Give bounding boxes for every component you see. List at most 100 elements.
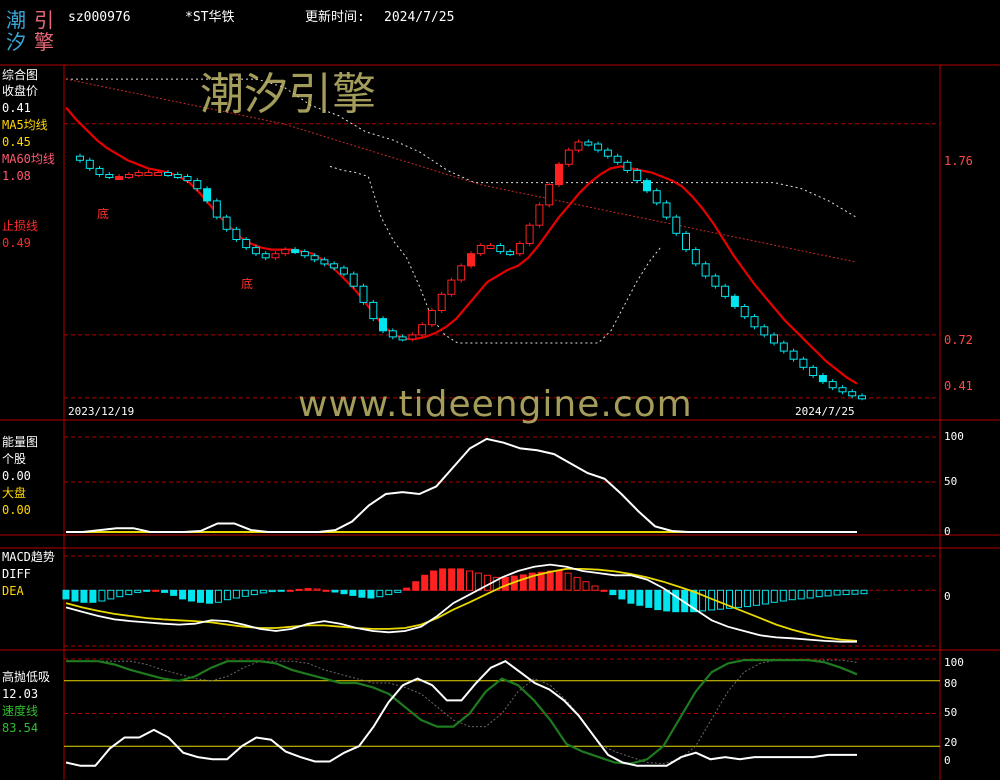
macd-hist-bar — [806, 589, 814, 599]
band-upper-line — [66, 78, 857, 218]
candle-body — [310, 255, 319, 261]
energy-panel-lines — [66, 437, 857, 533]
candle-body — [447, 279, 456, 295]
candle-body — [799, 358, 808, 368]
candle-body — [261, 253, 270, 259]
macd-hist-bar — [466, 570, 473, 591]
candle-body — [242, 239, 251, 249]
macd-hist-bar — [134, 589, 142, 593]
candle-body — [584, 141, 593, 146]
ma5-value: 0.45 — [2, 135, 31, 149]
macd-hist-bar — [223, 589, 231, 601]
energy-axis-0: 0 — [944, 525, 951, 538]
candle-body — [848, 391, 857, 397]
candle-body — [545, 184, 554, 206]
energy-market-label: 大盘 — [2, 486, 27, 500]
macd-hist-bar — [385, 589, 393, 596]
logo-char-2: 引 — [34, 8, 54, 32]
macd-hist-bar — [448, 568, 456, 591]
macd-hist-bar — [735, 589, 742, 608]
candle-body — [682, 232, 690, 251]
candle-body — [144, 172, 153, 176]
candle-body — [643, 180, 651, 192]
stop-label: 止损线 — [2, 219, 39, 233]
candle-body — [564, 149, 573, 165]
gaopao-axis-0: 0 — [944, 754, 951, 767]
candle-body — [183, 176, 192, 182]
candle-body — [467, 253, 475, 267]
macd-hist-bar — [501, 576, 509, 591]
candle-body — [232, 228, 241, 241]
macd-hist-bar — [259, 589, 267, 594]
candle-body — [506, 251, 515, 256]
stop-value: 0.49 — [2, 236, 31, 250]
speed-value: 83.54 — [2, 721, 39, 735]
candle-body — [525, 224, 534, 244]
candle-body — [251, 247, 260, 255]
candle-body — [496, 245, 505, 253]
macd-hist-bar — [779, 589, 787, 602]
candle-body — [828, 381, 837, 389]
candle-body — [124, 174, 133, 178]
macd-hist-bar — [232, 589, 240, 599]
macd-hist-bar — [743, 589, 751, 608]
watermark-cn: 潮汐引擎 — [200, 69, 376, 120]
macd-hist-bar — [394, 589, 402, 593]
macd-hist-bar — [564, 572, 572, 591]
macd-hist-bar — [80, 589, 88, 603]
candle-body — [115, 176, 124, 180]
stock-name: *ST华铁 — [185, 10, 235, 25]
macd-hist-bar — [116, 589, 124, 598]
close-value: 0.41 — [2, 101, 31, 115]
macd-hist-bar — [313, 588, 321, 591]
energy-axis-100: 100 — [944, 430, 964, 443]
energy-stock-value: 0.00 — [2, 469, 31, 483]
candle-body — [76, 155, 84, 161]
macd-hist-bar — [582, 581, 590, 591]
macd-hist-bar — [143, 589, 151, 592]
candle-body — [222, 216, 231, 230]
candle-body — [388, 330, 397, 338]
macd-hist-bar — [591, 585, 599, 591]
candle-body — [779, 342, 788, 352]
candle-body — [701, 263, 710, 277]
energy-market-value: 0.00 — [2, 503, 31, 517]
macd-hist-bar — [752, 589, 760, 606]
ma5-line — [65, 106, 858, 385]
gaopao-axis-20: 20 — [944, 736, 958, 749]
candle-body — [711, 275, 720, 287]
candle-body — [437, 293, 446, 311]
date-end: 2024/7/25 — [795, 405, 855, 418]
macd-hist-bar — [519, 574, 527, 591]
macd-hist-bar — [376, 589, 384, 598]
candle-body — [535, 204, 544, 226]
macd-hist-bar — [349, 589, 357, 596]
gaopao-value: 12.03 — [2, 687, 39, 701]
candle-body — [740, 306, 749, 318]
candle-body — [515, 243, 524, 255]
candle-body — [330, 263, 339, 269]
candle-body — [633, 169, 642, 182]
macd-hist-bar — [636, 589, 644, 606]
speed-lag-line — [66, 659, 858, 765]
candle-body — [154, 172, 163, 176]
macd-hist-bar — [62, 589, 70, 600]
candle-body — [359, 285, 368, 303]
candle-body — [164, 172, 172, 176]
gaopao-title: 高抛低吸 — [2, 670, 51, 684]
macd-hist-bar — [439, 568, 447, 591]
energy-stock-line — [66, 437, 857, 533]
logo-char-3: 汐 — [6, 30, 26, 54]
bottom-mark-1: 底 — [97, 207, 110, 221]
macd-hist-bar — [125, 589, 133, 596]
candle-body — [427, 310, 436, 326]
macd-hist-bar — [699, 589, 707, 612]
macd-hist-bar — [268, 589, 276, 593]
candle-body — [212, 200, 221, 218]
ma60-line — [65, 78, 856, 263]
candlestick-series — [76, 139, 866, 401]
macd-hist-bar — [761, 589, 769, 605]
candle-body — [349, 273, 358, 287]
candle-body — [623, 161, 632, 171]
macd-hist-bar — [851, 589, 859, 595]
